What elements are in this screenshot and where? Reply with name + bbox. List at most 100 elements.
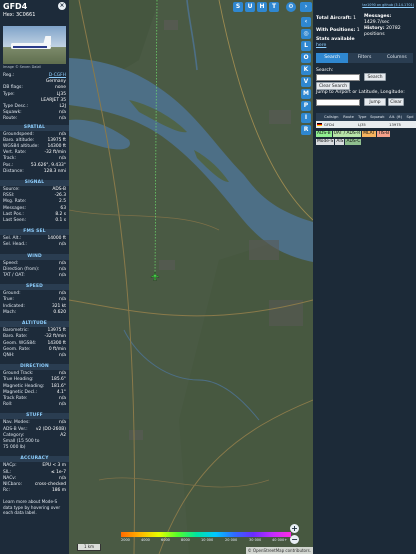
section-header-signal: SIGNAL xyxy=(0,180,69,187)
aircraft-info-panel: GFD4 Hex: 3C0661 × Image © Seven Dalzil … xyxy=(0,0,69,554)
search-label: Search: xyxy=(316,68,334,73)
jump-input[interactable] xyxy=(316,99,360,106)
map-view[interactable]: U H T S ⚙ › ‹ ◎ L O K V M P I R + − 2000… xyxy=(69,0,313,554)
hex-code: 3C0661 xyxy=(16,12,36,18)
callsign: GFD4 xyxy=(3,2,28,11)
flag-icon xyxy=(316,121,323,128)
map-button-t[interactable]: T xyxy=(269,2,279,12)
total-aircraft-label: Total Aircraft: xyxy=(316,16,352,21)
fms-label[interactable]: Sel. Head.: xyxy=(3,242,27,248)
stuff-label[interactable]: 75 000 lb) xyxy=(3,445,25,451)
info-sections: SPATIAL Groundspeed: n/a Baro. altitude: 139… xyxy=(0,124,69,498)
messages-stat: Messages: 1429.7/sec xyxy=(364,14,391,25)
clear-search-button[interactable]: Clear Search xyxy=(316,82,350,90)
speed-label[interactable]: Mach: xyxy=(3,310,16,316)
map-button-i[interactable]: I xyxy=(301,113,311,123)
section-header-fms: FMS SEL xyxy=(0,229,69,236)
alt-tick: 10 000 xyxy=(201,538,214,542)
aircraft-photo[interactable] xyxy=(3,26,66,64)
tab-search[interactable]: Search xyxy=(316,53,349,63)
table-header[interactable]: Callsign xyxy=(323,113,343,121)
map-button-k[interactable]: K xyxy=(301,65,311,75)
table-header[interactable]: Alt. (ft) xyxy=(388,113,406,121)
map-button-h[interactable]: H xyxy=(257,2,267,12)
history-label: History: xyxy=(364,26,385,31)
spatial-label[interactable]: Distance: xyxy=(3,169,24,175)
section-header-altitude: ALTITUDE xyxy=(0,321,69,328)
with-positions-count: 1 xyxy=(356,28,360,33)
cell-callsign: GFD4 xyxy=(323,121,343,128)
tab-filters[interactable]: Filters xyxy=(348,53,380,63)
map-attribution[interactable]: © OpenStreetMap contributors. xyxy=(245,547,313,554)
version-link[interactable]: tar1090 on github (3.14.1701) xyxy=(362,3,414,7)
reg-label: Reg.: xyxy=(3,73,15,78)
map-button-v[interactable]: V xyxy=(301,77,311,87)
map-button-m[interactable]: M xyxy=(301,89,311,99)
cell-type: LJ35 xyxy=(356,121,370,128)
total-aircraft: Total Aircraft: 1 xyxy=(316,16,356,22)
table-header[interactable]: Spd xyxy=(405,113,416,121)
zoom-out-button[interactable]: − xyxy=(290,535,299,544)
aircraft-table: Callsign Route Type Squawk Alt. (ft) Spd… xyxy=(316,113,416,128)
alt-tick: 30 000 xyxy=(249,538,262,542)
map-button-s[interactable]: S xyxy=(233,2,243,12)
tab-columns[interactable]: Columns xyxy=(381,53,413,63)
section-header-speed: SPEED xyxy=(0,284,69,291)
map-canvas[interactable] xyxy=(69,0,313,554)
table-header[interactable]: Squawk xyxy=(369,113,389,121)
table-header[interactable]: Type xyxy=(356,113,370,121)
wind-label[interactable]: TAT / OAT: xyxy=(3,273,25,279)
alt-tick: 2000 xyxy=(121,538,130,542)
fms-value: n/a xyxy=(59,242,66,248)
alt-tick: 6000 xyxy=(161,538,170,542)
stuff-value: A2 xyxy=(60,432,66,438)
map-button-o[interactable]: O xyxy=(301,53,311,63)
messages-rate: 1429.7/sec xyxy=(364,19,390,25)
type-label: Type: xyxy=(3,91,15,97)
direction-label[interactable]: Roll: xyxy=(3,402,12,408)
legend-mlat: MLAT xyxy=(362,131,376,137)
expand-left-icon[interactable]: ‹ xyxy=(301,17,311,27)
altitude-value: n/a xyxy=(59,352,66,358)
collapse-sidebar-icon[interactable]: › xyxy=(300,2,312,12)
altitude-color-bar xyxy=(121,532,291,537)
jump-label: Jump to Airport or Latitude, Longitude: xyxy=(316,90,405,95)
legend-uat: UAT / ADS-R xyxy=(332,131,362,137)
cell-speed xyxy=(405,121,416,128)
altitude-label[interactable]: QNH: xyxy=(3,353,15,359)
map-button-p[interactable]: P xyxy=(301,101,311,111)
section-header-accuracy: ACCURACY xyxy=(0,456,69,463)
jump-button[interactable]: Jump xyxy=(364,98,386,106)
zoom-in-button[interactable]: + xyxy=(290,524,299,533)
map-button-r[interactable]: R xyxy=(301,125,311,135)
accuracy-value: 186 m xyxy=(51,488,66,494)
settings-gear-icon[interactable]: ⚙ xyxy=(286,2,296,12)
clear-button[interactable]: Clear xyxy=(388,98,404,106)
route: n/a xyxy=(59,116,66,122)
hex-label: Hex: xyxy=(3,12,15,18)
map-button-u[interactable]: U xyxy=(245,2,255,12)
scale-bar: 1 km xyxy=(77,544,101,551)
legend-tisb: TIS-B xyxy=(376,131,391,137)
spatial-value: 128.3 nmi xyxy=(43,168,66,174)
history-stat: History: 20782 positions xyxy=(364,26,416,37)
table-header[interactable]: Route xyxy=(342,113,357,121)
section-header-stuff: STUFF xyxy=(0,413,69,420)
legend-modes: Mode-S xyxy=(316,139,335,145)
signal-label[interactable]: Last Seen: xyxy=(3,218,26,224)
map-button-l[interactable]: L xyxy=(301,41,311,51)
accuracy-label[interactable]: Rc: xyxy=(3,488,10,494)
stats-link[interactable]: here xyxy=(316,43,326,48)
range-rings-icon[interactable]: ◎ xyxy=(301,29,311,39)
messages-label: Messages: xyxy=(364,14,392,19)
search-button[interactable]: Search xyxy=(364,73,386,81)
search-input[interactable] xyxy=(316,74,360,81)
section-header-direction: DIRECTION xyxy=(0,364,69,371)
alt-tick: 8000 xyxy=(181,538,190,542)
table-row[interactable]: GFD4 LJ35 13975 xyxy=(316,121,416,128)
sidebar: tar1090 on github (3.14.1701) Total Airc… xyxy=(313,0,416,554)
source-legend-row-2: Mode-S AIS ADS-C xyxy=(316,139,413,145)
close-icon[interactable]: × xyxy=(58,2,66,10)
table-header[interactable] xyxy=(316,113,323,121)
table-header-row: Callsign Route Type Squawk Alt. (ft) Spd xyxy=(316,113,416,121)
